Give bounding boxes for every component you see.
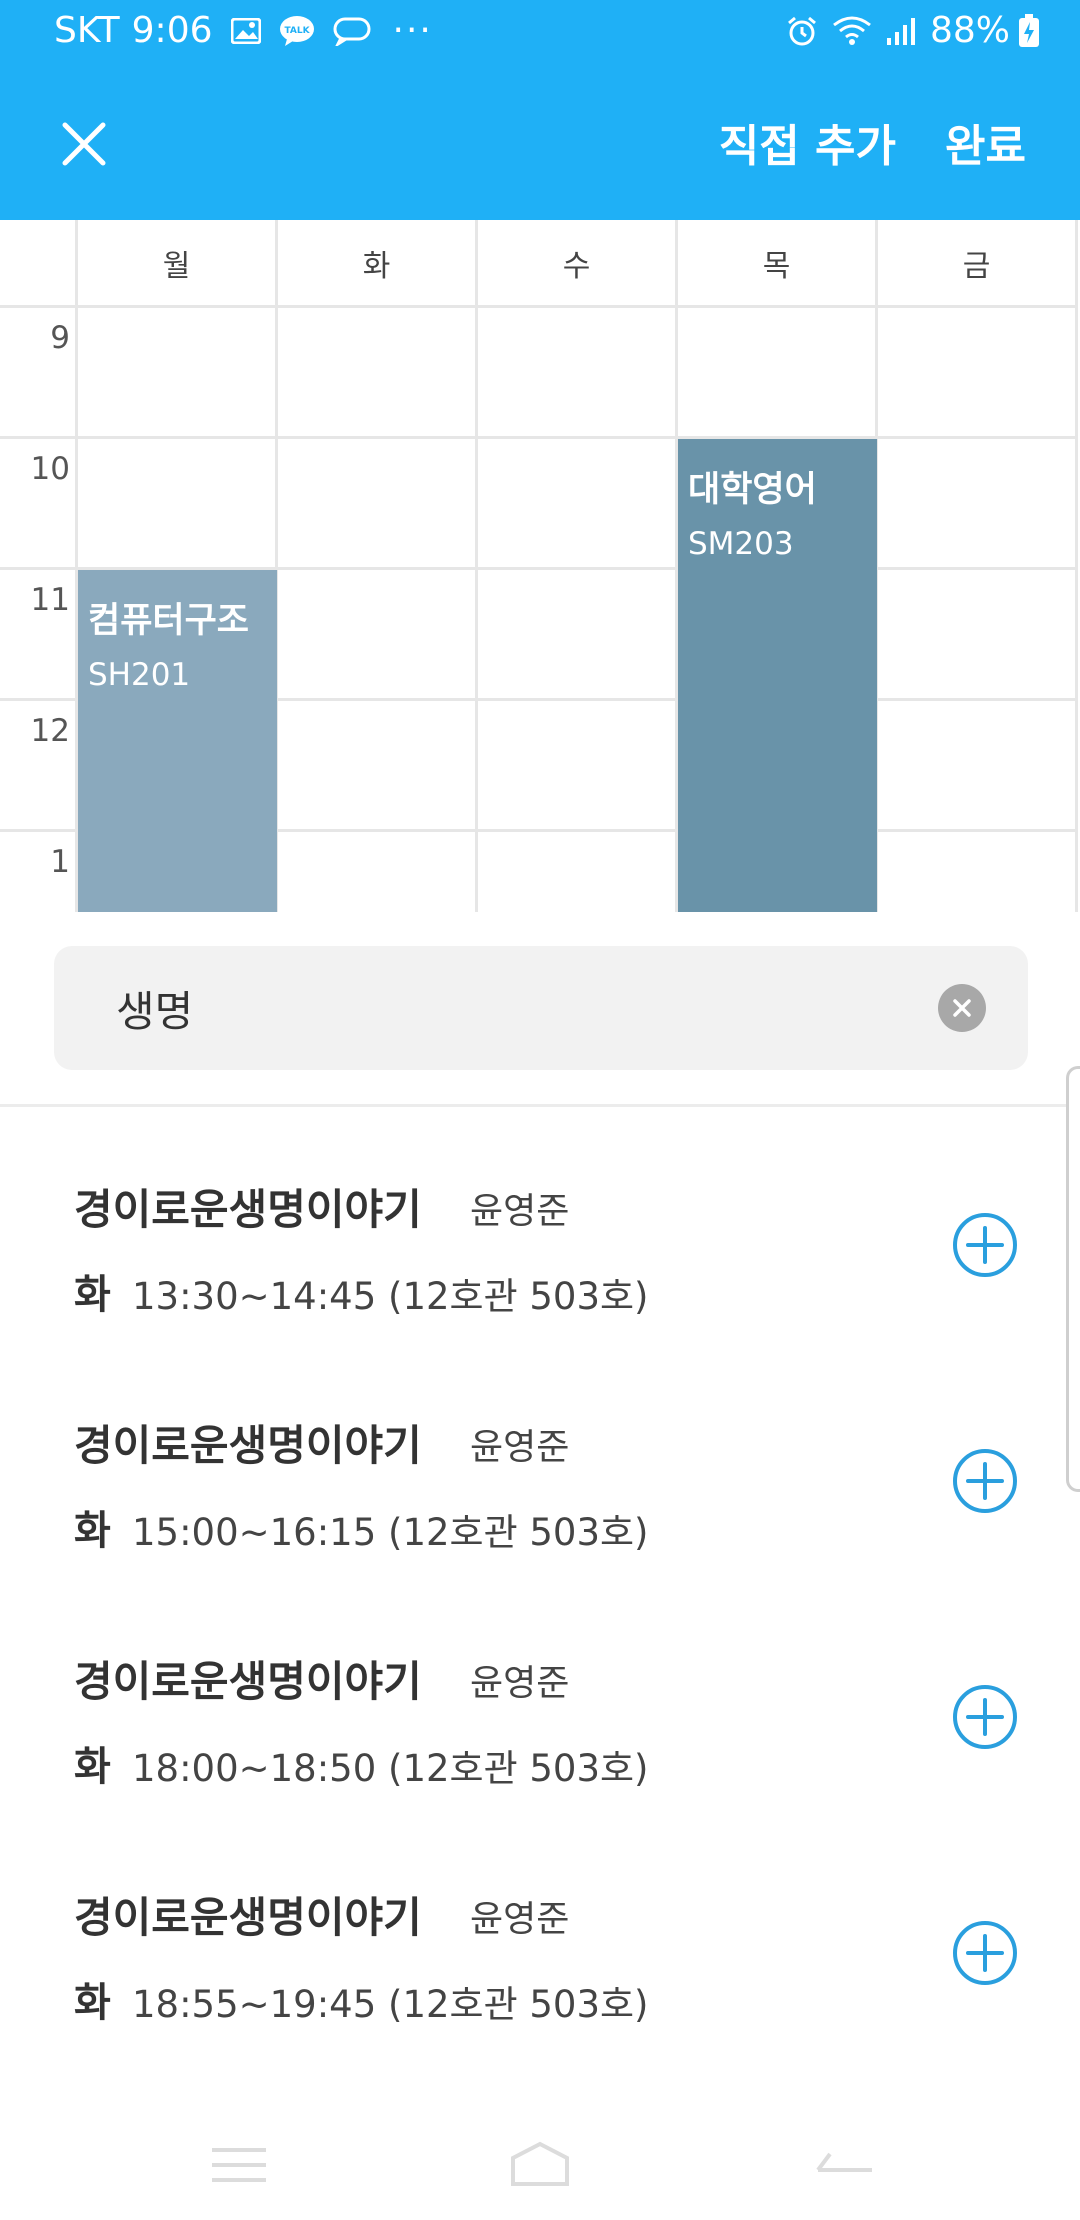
timetable-cell[interactable] — [278, 308, 478, 439]
battery-charging-icon — [1018, 13, 1040, 48]
message-icon — [333, 16, 371, 46]
home-button[interactable] — [505, 2140, 575, 2190]
close-button[interactable] — [52, 112, 116, 176]
status-bar: SKT 9:06 TALK ··· 88% — [0, 0, 1080, 66]
status-left: SKT 9:06 TALK ··· — [54, 10, 433, 51]
search-box — [54, 946, 1028, 1070]
done-button[interactable]: 완료 — [945, 110, 1026, 174]
home-icon — [511, 2141, 569, 2186]
course-block[interactable]: 컴퓨터구조 SH201 — [78, 570, 277, 912]
course-time-room: 18:55~19:45 (12호관 503호) — [132, 1983, 649, 2026]
timetable-cell[interactable] — [878, 701, 1078, 832]
add-course-button[interactable] — [952, 1920, 1018, 1986]
system-nav-bar — [0, 2100, 1080, 2220]
timetable-cell[interactable] — [478, 832, 678, 912]
professor-name: 윤영준 — [470, 1427, 570, 1468]
hour-label-cell — [0, 439, 78, 570]
timetable: 월 화 수 목 금 9 10 11 12 1 컴퓨터구조 SH201 대학영어 SM203 — [0, 220, 1080, 912]
timetable-cell[interactable] — [278, 570, 478, 701]
hour-label-cell — [0, 701, 78, 832]
timetable-cell[interactable] — [78, 439, 278, 570]
day-header: 화 — [278, 220, 478, 308]
plus-circle-icon — [953, 1213, 1017, 1277]
course-day: 화 — [74, 1272, 111, 1318]
wifi-icon — [832, 15, 872, 47]
recent-apps-icon — [212, 2148, 266, 2182]
course-room: SM203 — [688, 526, 794, 562]
alarm-icon — [786, 15, 818, 47]
course-title: 컴퓨터구조 — [88, 601, 250, 641]
course-block[interactable]: 대학영어 SM203 — [678, 439, 877, 912]
timetable-cell[interactable] — [278, 832, 478, 912]
add-direct-button[interactable]: 직접 추가 — [719, 110, 896, 174]
back-button[interactable] — [808, 2140, 878, 2190]
timetable-cell[interactable] — [478, 308, 678, 439]
course-day: 화 — [74, 1980, 111, 2026]
timetable-cell[interactable] — [478, 439, 678, 570]
search-results-list: 경이로운생명이야기 윤영준 화 13:30~14:45 (12호관 503호) 경이로운… — [0, 1110, 1080, 2054]
timetable-cell[interactable] — [878, 570, 1078, 701]
course-time-room: 15:00~16:15 (12호관 503호) — [132, 1511, 649, 1554]
talk-badge-text: TALK — [284, 26, 310, 36]
plus-circle-icon — [953, 1685, 1017, 1749]
plus-circle-icon — [953, 1449, 1017, 1513]
day-header: 월 — [78, 220, 278, 308]
list-item[interactable]: 경이로운생명이야기 윤영준화 13:30~14:45 (12호관 503호) — [0, 1110, 1080, 1346]
more-notifications-icon: ··· — [392, 10, 433, 51]
day-header: 금 — [878, 220, 1078, 308]
add-course-button[interactable] — [952, 1448, 1018, 1514]
back-icon — [816, 2152, 872, 2172]
search-input[interactable] — [114, 976, 894, 1040]
timetable-grid: 월 화 수 목 금 9 10 11 12 1 컴퓨터구조 SH201 대학영어 SM203 — [0, 220, 1080, 912]
course-time-room: 18:00~18:50 (12호관 503호) — [132, 1747, 649, 1790]
hour-label-cell — [0, 832, 78, 912]
course-name: 경이로운생명이야기 — [74, 1185, 422, 1234]
day-header: 수 — [478, 220, 678, 308]
search-divider — [0, 1104, 1080, 1107]
hour-label-cell — [0, 308, 78, 439]
course-room: SH201 — [88, 657, 191, 693]
app-header: SKT 9:06 TALK ··· 88% 직접 추가 완료 — [0, 0, 1080, 220]
professor-name: 윤영준 — [470, 1899, 570, 1940]
timetable-cell[interactable] — [478, 701, 678, 832]
clear-icon — [953, 999, 971, 1017]
professor-name: 윤영준 — [470, 1663, 570, 1704]
clear-search-button[interactable] — [938, 984, 986, 1032]
timetable-cell[interactable] — [878, 308, 1078, 439]
add-course-button[interactable] — [952, 1684, 1018, 1750]
timetable-cell[interactable] — [478, 570, 678, 701]
clock: 9:06 — [131, 10, 213, 51]
status-right: 88% — [786, 10, 1040, 51]
list-item[interactable]: 경이로운생명이야기 윤영준화 15:00~16:15 (12호관 503호) — [0, 1346, 1080, 1582]
battery-percent: 88% — [929, 10, 1010, 51]
add-course-button[interactable] — [952, 1212, 1018, 1278]
course-day: 화 — [74, 1508, 111, 1554]
close-icon — [62, 122, 106, 166]
course-name: 경이로운생명이야기 — [74, 1893, 422, 1942]
kakaotalk-icon: TALK — [279, 15, 315, 47]
timetable-cell[interactable] — [278, 701, 478, 832]
timetable-corner — [0, 220, 78, 308]
timetable-cell[interactable] — [678, 308, 878, 439]
plus-circle-icon — [953, 1921, 1017, 1985]
timetable-cell[interactable] — [278, 439, 478, 570]
course-title: 대학영어 — [688, 470, 817, 510]
signal-icon — [886, 16, 916, 46]
recent-apps-button[interactable] — [204, 2140, 274, 2190]
carrier-label: SKT — [54, 10, 120, 51]
list-item[interactable]: 경이로운생명이야기 윤영준화 18:55~19:45 (12호관 503호) — [0, 1818, 1080, 2054]
professor-name: 윤영준 — [470, 1191, 570, 1232]
course-day: 화 — [74, 1744, 111, 1790]
course-name: 경이로운생명이야기 — [74, 1421, 422, 1470]
course-name: 경이로운생명이야기 — [74, 1657, 422, 1706]
timetable-cell[interactable] — [878, 439, 1078, 570]
gallery-icon — [230, 17, 261, 44]
list-item[interactable]: 경이로운생명이야기 윤영준화 18:00~18:50 (12호관 503호) — [0, 1582, 1080, 1818]
hour-label-cell — [0, 570, 78, 701]
course-time-room: 13:30~14:45 (12호관 503호) — [132, 1275, 649, 1318]
timetable-cell[interactable] — [878, 832, 1078, 912]
day-header: 목 — [678, 220, 878, 308]
timetable-cell[interactable] — [78, 308, 278, 439]
